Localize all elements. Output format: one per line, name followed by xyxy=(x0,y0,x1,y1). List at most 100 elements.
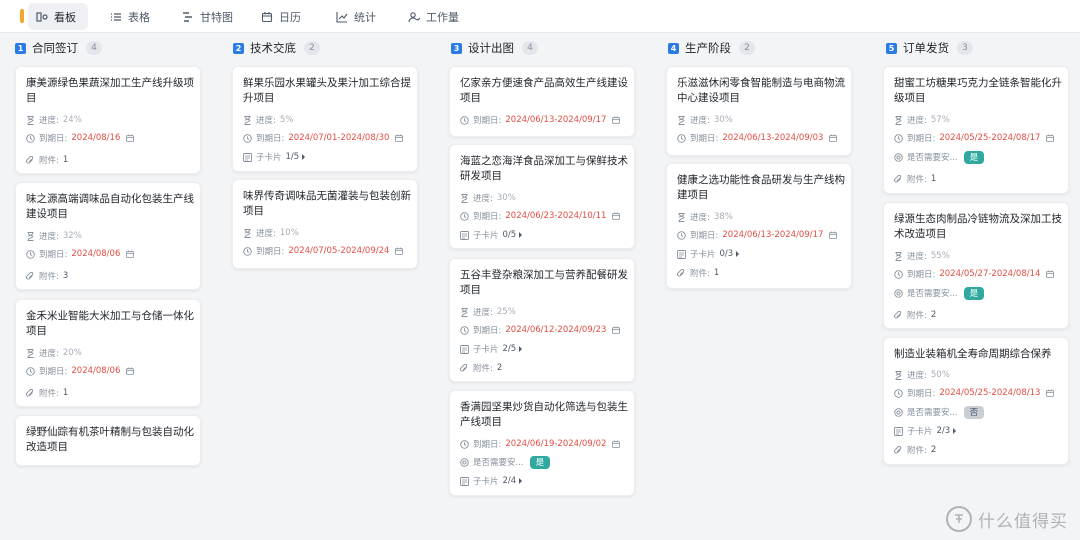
kanban-card[interactable]: 乐滋滋休闲零食智能制造与电商物流中心建设项目 进度: 30% 到期日: 2024… xyxy=(666,66,852,156)
card-title: 健康之选功能性食品研发与生产线构建项目 xyxy=(677,174,845,201)
clock-icon xyxy=(26,133,35,143)
clock-icon xyxy=(26,249,35,259)
subcard-row[interactable]: 子卡片 2/5 xyxy=(460,343,523,355)
due-row: 到期日: 2024/05/27-2024/08/14 xyxy=(894,268,1055,280)
calendar-icon[interactable] xyxy=(612,326,621,334)
subcard-row[interactable]: 子卡片 1/5 xyxy=(243,151,306,163)
column-title: 订单发货 xyxy=(903,41,949,55)
kanban-card[interactable]: 亿家亲方便速食产品高效生产线建设项目 到期日: 2024/06/13-2024/… xyxy=(449,66,635,137)
due-date-value: 2024/08/06 xyxy=(71,249,121,259)
kanban-card[interactable]: 味界传奇调味品无菌灌装与包装创新项目 进度: 10% 到期日: 2024/07/… xyxy=(232,179,418,269)
tab-table[interactable]: 表格 xyxy=(110,3,150,30)
paperclip-icon xyxy=(26,271,35,281)
tab-label: 工作量 xyxy=(426,10,459,24)
caret-right-icon xyxy=(519,232,523,238)
attachment-count: 3 xyxy=(62,271,69,281)
safety-badge-yes[interactable]: 是 xyxy=(963,286,985,300)
kanban-column-production: 4 生产阶段 2 xyxy=(668,40,854,56)
progress-value: 38% xyxy=(713,212,733,222)
calendar-icon[interactable] xyxy=(612,440,621,448)
due-row: 到期日: 2024/06/13-2024/09/17 xyxy=(460,114,621,126)
progress-row: 进度: 10% xyxy=(243,227,299,239)
kanban-column-technical-briefing: 2 技术交底 2 xyxy=(233,40,419,56)
due-date-value: 2024/08/06 xyxy=(71,366,121,376)
progress-row: 进度: 25% xyxy=(460,306,516,318)
attachment-count: 1 xyxy=(713,268,720,278)
progress-row: 进度: 30% xyxy=(677,114,733,126)
tab-kanban[interactable]: 看板 xyxy=(28,3,88,30)
progress-value: 55% xyxy=(930,251,950,261)
kanban-card[interactable]: 金禾米业智能大米加工与仓储一体化项目 进度: 20% 到期日: 2024/08/… xyxy=(15,299,201,407)
column-header: 3 设计出图 4 xyxy=(451,40,637,56)
paperclip-icon xyxy=(894,174,903,184)
kanban-card[interactable]: 康美源绿色果蔬深加工生产线升级项目 进度: 24% 到期日: 2024/08/1… xyxy=(15,66,201,174)
tab-statistics[interactable]: 统计 xyxy=(336,3,376,30)
calendar-icon[interactable] xyxy=(1046,389,1055,397)
safety-row: 是否需要安... 是 xyxy=(460,455,551,469)
calendar-icon[interactable] xyxy=(1046,270,1055,278)
kanban-card[interactable]: 健康之选功能性食品研发与生产线构建项目 进度: 38% 到期日: 2024/06… xyxy=(666,163,852,289)
kanban-card[interactable]: 绿野仙踪有机茶叶精制与包装自动化改造项目 xyxy=(15,415,201,466)
calendar-icon[interactable] xyxy=(126,250,135,258)
subcard-icon xyxy=(243,152,252,162)
progress-row: 进度: 24% xyxy=(26,114,82,126)
progress-value: 24% xyxy=(62,115,82,125)
calendar-icon[interactable] xyxy=(1046,134,1055,142)
progress-row: 进度: 50% xyxy=(894,369,950,381)
kanban-card[interactable]: 香满园坚果炒货自动化筛选与包装生产线项目 到期日: 2024/06/19-202… xyxy=(449,390,635,496)
safety-badge-yes[interactable]: 是 xyxy=(529,455,551,469)
tab-gantt[interactable]: 甘特图 xyxy=(182,3,233,30)
tab-calendar[interactable]: 日历 xyxy=(261,3,301,30)
attachment-row: 附件: 1 xyxy=(26,154,68,166)
calendar-icon[interactable] xyxy=(829,231,838,239)
clock-icon xyxy=(243,246,252,256)
progress-value: 50% xyxy=(930,370,950,380)
safety-badge-yes[interactable]: 是 xyxy=(963,150,985,164)
hourglass-icon xyxy=(894,251,903,261)
due-date-value: 2024/06/23-2024/10/11 xyxy=(505,211,607,221)
kanban-card[interactable]: 甜蜜工坊糖果巧克力全链条智能化升级项目 进度: 57% 到期日: 2024/05… xyxy=(883,66,1069,194)
card-title: 鲜果乐园水果罐头及果汁加工综合提升项目 xyxy=(243,77,411,104)
radio-circle-icon xyxy=(894,288,903,298)
attachment-count: 2 xyxy=(930,445,937,455)
caret-right-icon xyxy=(519,346,523,352)
progress-value: 30% xyxy=(713,115,733,125)
calendar-icon[interactable] xyxy=(126,367,135,375)
kanban-column-order-shipping: 5 订单发货 3 xyxy=(886,40,1072,56)
calendar-icon[interactable] xyxy=(395,247,404,255)
column-header: 2 技术交底 2 xyxy=(233,40,419,56)
subcard-icon xyxy=(460,476,469,486)
calendar-icon[interactable] xyxy=(612,116,621,124)
hourglass-icon xyxy=(460,307,469,317)
clock-icon xyxy=(677,230,686,240)
calendar-icon[interactable] xyxy=(829,134,838,142)
subcard-row[interactable]: 子卡片 2/3 xyxy=(894,425,957,437)
due-date-value: 2024/07/05-2024/09/24 xyxy=(288,246,390,256)
hourglass-icon xyxy=(26,231,35,241)
kanban-card[interactable]: 鲜果乐园水果罐头及果汁加工综合提升项目 进度: 5% 到期日: 2024/07/… xyxy=(232,66,418,172)
tab-workload[interactable]: 工作量 xyxy=(408,3,459,30)
subcard-row[interactable]: 子卡片 0/3 xyxy=(677,248,740,260)
chart-icon xyxy=(336,11,348,23)
calendar-icon[interactable] xyxy=(395,134,404,142)
safety-row: 是否需要安... 否 xyxy=(894,405,985,419)
kanban-card[interactable]: 五谷丰登杂粮深加工与营养配餐研发项目 进度: 25% 到期日: 2024/06/… xyxy=(449,258,635,382)
kanban-card[interactable]: 绿源生态肉制品冷链物流及深加工技术改造项目 进度: 55% 到期日: 2024/… xyxy=(883,202,1069,329)
kanban-card[interactable]: 味之源高端调味品自动化包装生产线建设项目 进度: 32% 到期日: 2024/0… xyxy=(15,182,201,290)
kanban-card[interactable]: 制造业装箱机全寿命周期综合保养 进度: 50% 到期日: 2024/05/25-… xyxy=(883,337,1069,465)
column-number: 1 xyxy=(15,42,26,54)
subcard-row[interactable]: 子卡片 0/5 xyxy=(460,229,523,241)
calendar-icon[interactable] xyxy=(126,134,135,142)
column-count-badge: 2 xyxy=(304,41,320,55)
safety-badge-no[interactable]: 否 xyxy=(963,405,985,419)
site-watermark: 什么值得买 xyxy=(946,506,1068,532)
column-title: 技术交底 xyxy=(250,41,296,55)
column-number: 5 xyxy=(886,42,897,54)
subcard-row[interactable]: 子卡片 2/4 xyxy=(460,475,523,487)
calendar-icon[interactable] xyxy=(612,212,621,220)
progress-value: 20% xyxy=(62,348,82,358)
subcard-icon xyxy=(677,249,686,259)
radio-circle-icon xyxy=(460,457,469,467)
subcard-count: 1/5 xyxy=(285,152,300,162)
kanban-card[interactable]: 海蓝之恋海洋食品深加工与保鲜技术研发项目 进度: 30% 到期日: 2024/0… xyxy=(449,144,635,249)
